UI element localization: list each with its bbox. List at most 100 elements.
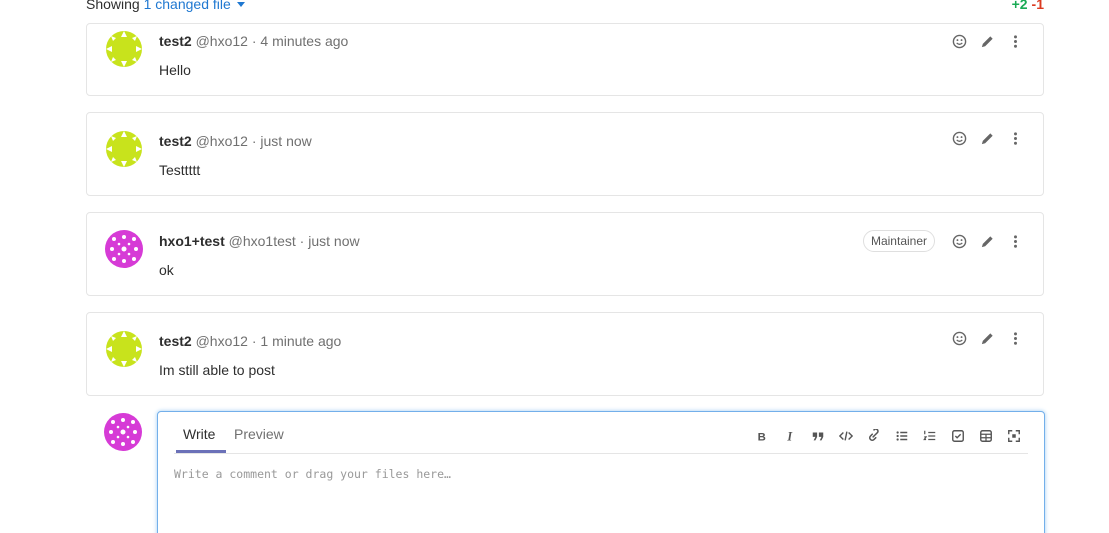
smiley-icon — [952, 234, 966, 248]
code-icon — [839, 431, 853, 441]
showing-changed-files: Showing 1 changed file — [86, 0, 245, 12]
identicon-green — [104, 329, 144, 369]
quote-button[interactable] — [804, 424, 832, 448]
smiley-icon — [952, 131, 966, 145]
fullscreen-icon — [1008, 430, 1020, 442]
edit-comment-button[interactable] — [973, 29, 1001, 53]
separator: · — [251, 133, 257, 149]
author-handle[interactable]: @hxo12 — [196, 333, 248, 349]
smiley-icon — [952, 331, 966, 345]
note-header: test2 @hxo12 · 1 minute ago — [159, 333, 341, 349]
note-header: hxo1+test @hxo1test · just now — [159, 233, 360, 249]
italic-button[interactable]: I — [776, 424, 804, 448]
note-actions — [945, 326, 1029, 350]
timestamp[interactable]: just now — [308, 233, 359, 249]
active-tab-indicator — [176, 450, 226, 453]
identicon-magenta — [103, 412, 143, 452]
note-body: Hello — [159, 62, 191, 78]
bullet-list-icon — [896, 431, 908, 441]
identicon-green — [104, 129, 144, 169]
table-button[interactable] — [972, 424, 1000, 448]
pencil-icon — [981, 332, 993, 344]
bold-icon: B — [758, 431, 766, 443]
note-header: test2 @hxo12 · just now — [159, 133, 312, 149]
diff-stats: +2 -1 — [1012, 0, 1044, 12]
tab-preview[interactable]: Preview — [234, 426, 284, 453]
avatar[interactable] — [104, 229, 144, 269]
more-actions-button[interactable] — [1001, 126, 1029, 150]
kebab-menu-icon — [1013, 331, 1017, 345]
more-actions-button[interactable] — [1001, 326, 1029, 350]
comment-note: test2 @hxo12 · 1 minute ago Im still abl… — [86, 312, 1044, 396]
timestamp[interactable]: 1 minute ago — [260, 333, 341, 349]
note-body: Testtttt — [159, 162, 201, 178]
link-button[interactable] — [860, 424, 888, 448]
role-badge: Maintainer — [862, 230, 935, 252]
fullscreen-button[interactable] — [1000, 424, 1028, 448]
avatar[interactable] — [104, 129, 144, 169]
diff-summary-bar: Showing 1 changed file +2 -1 — [86, 0, 1044, 16]
pencil-icon — [981, 132, 993, 144]
add-reaction-button[interactable] — [945, 29, 973, 53]
numbered-list-icon — [923, 430, 936, 441]
comment-note: test2 @hxo12 · just now Testtttt — [86, 112, 1044, 196]
comment-note: hxo1+test @hxo1test · just now ok Mainta… — [86, 212, 1044, 296]
timestamp[interactable]: just now — [260, 133, 311, 149]
code-button[interactable] — [832, 424, 860, 448]
separator: · — [299, 233, 305, 249]
author-handle[interactable]: @hxo1test — [229, 233, 296, 249]
add-reaction-button[interactable] — [945, 326, 973, 350]
more-actions-button[interactable] — [1001, 29, 1029, 53]
bold-button[interactable]: B — [748, 424, 776, 448]
table-icon — [980, 430, 992, 442]
pencil-icon — [981, 235, 993, 247]
timestamp[interactable]: 4 minutes ago — [260, 33, 348, 49]
kebab-menu-icon — [1013, 34, 1017, 48]
changed-files-dropdown[interactable]: 1 changed file — [144, 0, 245, 12]
note-body: Im still able to post — [159, 362, 275, 378]
note-body: ok — [159, 262, 174, 278]
add-reaction-button[interactable] — [945, 126, 973, 150]
author-handle[interactable]: @hxo12 — [196, 33, 248, 49]
avatar[interactable] — [104, 329, 144, 369]
comment-editor: Write Preview B I Write a comment or dra… — [157, 411, 1045, 533]
showing-label: Showing — [86, 0, 140, 12]
additions-count: +2 — [1011, 0, 1028, 12]
edit-comment-button[interactable] — [973, 326, 1001, 350]
edit-comment-button[interactable] — [973, 126, 1001, 150]
kebab-menu-icon — [1013, 131, 1017, 145]
comment-note: test2 @hxo12 · 4 minutes ago Hello — [86, 23, 1044, 96]
caret-down-icon — [236, 2, 245, 7]
bullet-list-button[interactable] — [888, 424, 916, 448]
author-name[interactable]: test2 — [159, 133, 192, 149]
note-header: test2 @hxo12 · 4 minutes ago — [159, 33, 348, 49]
task-list-button[interactable] — [944, 424, 972, 448]
author-name[interactable]: test2 — [159, 33, 192, 49]
note-actions — [945, 29, 1029, 53]
pencil-icon — [981, 35, 993, 47]
edit-comment-button[interactable] — [973, 229, 1001, 253]
add-reaction-button[interactable] — [945, 229, 973, 253]
markdown-toolbar: B I — [748, 424, 1028, 448]
current-user-avatar[interactable] — [103, 412, 143, 452]
comment-textarea[interactable]: Write a comment or drag your files here… — [174, 467, 1028, 481]
author-name[interactable]: test2 — [159, 333, 192, 349]
separator: · — [251, 333, 257, 349]
note-actions — [945, 126, 1029, 150]
svg-text:B: B — [758, 431, 766, 443]
numbered-list-button[interactable] — [916, 424, 944, 448]
tab-write[interactable]: Write — [183, 426, 215, 453]
identicon-green — [104, 29, 144, 69]
separator: · — [251, 33, 257, 49]
author-name[interactable]: hxo1+test — [159, 233, 225, 249]
author-handle[interactable]: @hxo12 — [196, 133, 248, 149]
more-actions-button[interactable] — [1001, 229, 1029, 253]
editor-tabs: Write Preview B I — [174, 412, 1028, 454]
quote-icon — [812, 432, 824, 441]
avatar[interactable] — [104, 29, 144, 69]
deletions-count: -1 — [1031, 0, 1044, 12]
kebab-menu-icon — [1013, 234, 1017, 248]
link-icon — [869, 429, 879, 441]
task-list-icon — [952, 430, 964, 442]
identicon-magenta — [104, 229, 144, 269]
